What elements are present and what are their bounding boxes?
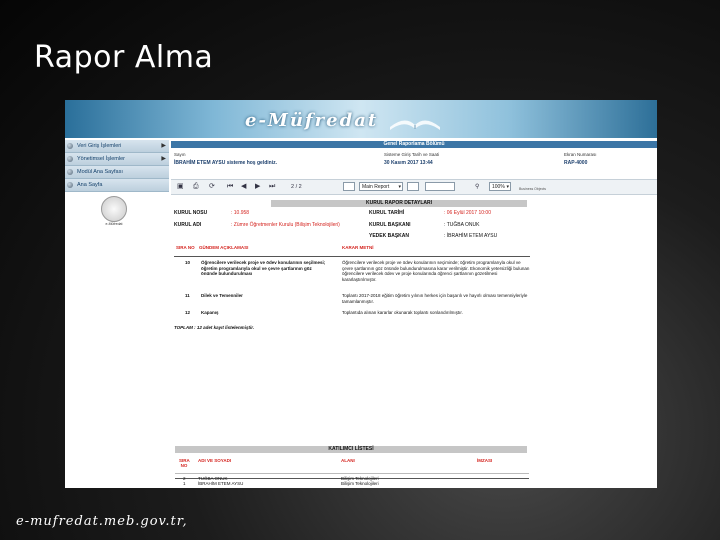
zoom-select[interactable]: 100% ▾: [489, 182, 511, 191]
kurul-adi-label: KURUL ADI: [174, 222, 202, 228]
report-details-title: KURUL RAPOR DETAYLARI: [271, 200, 527, 207]
bullet-icon: [67, 156, 73, 162]
participants-title: KATILIMCI LİSTESİ: [175, 446, 527, 453]
record-total: TOPLAM : 12 adet kayıt listelenmiştir.: [174, 325, 254, 330]
welcome-label: Sayın: [174, 152, 186, 157]
sidebar-item-management[interactable]: Yönetimsel İşlemler ▶: [65, 153, 169, 166]
row-no: 12: [185, 310, 191, 315]
row-no: 10: [185, 260, 191, 265]
last-page-icon[interactable]: ⏭: [269, 183, 275, 191]
screen-no-label: Ekran Numarası: [564, 152, 597, 157]
welcome-text: İBRAHİM ETEM AYSU sisteme hoş geldiniz.: [174, 160, 277, 166]
kurul-no-value: : 10.958: [231, 210, 250, 216]
bullet-icon: [67, 182, 73, 188]
section-header: Genel Raporlama Bölümü: [171, 141, 657, 148]
sidebar-item-module-home[interactable]: Modül Ana Sayfası: [65, 166, 169, 179]
kurul-tarihi-label: KURUL TARİHİ: [369, 210, 405, 216]
row-decision: Toplantı 2017-2018 eğitim öğretim yılını…: [342, 293, 528, 304]
row-agenda: Dilek ve Temenniler: [201, 293, 243, 298]
report-select-value: Main Report: [362, 184, 390, 190]
first-page-icon[interactable]: ⏮: [227, 183, 233, 191]
col-part-sira-no: SIRA NO: [179, 458, 190, 468]
chevron-down-icon: ▾: [506, 184, 509, 190]
sidebar-item-home[interactable]: Ana Sayfa: [65, 179, 169, 192]
participants-header-divider: [175, 478, 529, 479]
col-gundem: GÜNDEM AÇIKLAMASI: [199, 245, 249, 250]
prev-page-icon[interactable]: ◀: [241, 183, 246, 191]
datetime-value: 30 Kasım 2017 13:44: [384, 160, 433, 166]
kurul-baskani-label: KURUL BAŞKANI: [369, 222, 411, 228]
yedek-baskan-value: : İBRAHİM ETEM AYSU: [444, 233, 498, 239]
page-input[interactable]: [343, 182, 355, 191]
row-agenda: Kapanış: [201, 310, 219, 315]
yedek-baskan-label: YEDEK BAŞKAN: [369, 233, 410, 239]
sidebar-item-data-entry[interactable]: Veri Giriş İşlemleri ▶: [65, 140, 169, 153]
kurul-no-label: KURUL NOSU: [174, 210, 208, 216]
col-karar: KARAR METNİ: [342, 245, 374, 250]
screen-no-value: RAP-4000: [564, 160, 588, 166]
emufredat-seal-logo: e-Müfredat: [101, 196, 127, 226]
bullet-icon: [67, 143, 73, 149]
chevron-down-icon: ▾: [398, 184, 401, 190]
col-sira-no: SIRA NO: [176, 245, 195, 250]
bullet-icon: [67, 169, 73, 175]
app-banner: e-Müfredat: [65, 100, 657, 138]
sidebar-item-label: Modül Ana Sayfası: [77, 169, 123, 175]
zoom-select-value: 100%: [492, 184, 505, 190]
slide-title: Rapor Alma: [34, 40, 214, 75]
row-decision: Öğrencilere verilecek proje ve ödev konu…: [342, 260, 530, 282]
report-toolbar: ▣ ⎙ ⟳ ⏮ ◀ ▶ ⏭ 2 / 2 ⇨ Main Report ▾ ⚲ 10…: [171, 179, 657, 195]
binoculars-icon[interactable]: ⚲: [475, 183, 479, 191]
row-no: 11: [185, 293, 190, 298]
slide-footer: e-mufredat.meb.gov.tr,: [16, 514, 188, 529]
col-part-signature: İMZASI: [477, 458, 493, 463]
sidebar: Veri Giriş İşlemleri ▶ Yönetimsel İşleml…: [65, 138, 171, 488]
kurul-tarihi-value: : 06 Eylül 2017 10:00: [444, 210, 491, 216]
kurul-adi-value: : Zümre Öğretmenler Kurulu (Bilişim Tekn…: [231, 222, 340, 228]
row-agenda: Öğrencilere verilecek proje ve ödev konu…: [201, 260, 326, 276]
export-icon[interactable]: ▣: [177, 183, 184, 191]
powered-by-logo: Business Objects: [519, 187, 547, 191]
table-header-divider: [174, 256, 530, 257]
chevron-right-icon: ▶: [161, 156, 166, 162]
sidebar-item-label: Yönetimsel İşlemler: [77, 156, 125, 162]
report-select[interactable]: Main Report ▾: [359, 182, 403, 191]
col-part-field: ALANI: [341, 458, 355, 463]
search-input[interactable]: [425, 182, 455, 191]
screenshot-window: e-Müfredat Veri Giriş İşlemleri ▶ Yöneti…: [65, 100, 657, 488]
sidebar-item-label: Veri Giriş İşlemleri: [77, 143, 122, 149]
next-page-icon[interactable]: ▶: [255, 183, 260, 191]
datetime-label: Sisteme Giriş Tarih ve Saati: [384, 152, 440, 157]
main-content: Genel Raporlama Bölümü Sayın İBRAHİM ETE…: [171, 138, 657, 488]
print-icon[interactable]: ⎙: [193, 183, 199, 191]
row-decision: Toplantıda alınan kararlar okunarak topl…: [342, 310, 463, 315]
kurul-baskani-value: : TUĞBA ONUK: [444, 222, 480, 228]
sidebar-item-label: Ana Sayfa: [77, 182, 103, 188]
open-book-icon: [390, 120, 440, 130]
dropdown-toggle[interactable]: [407, 182, 419, 191]
refresh-icon[interactable]: ⟳: [209, 183, 215, 191]
chevron-right-icon: ▶: [161, 143, 166, 149]
page-indicator: 2 / 2: [291, 184, 302, 190]
col-part-name: ADI VE SOYADI: [198, 458, 232, 463]
brand-logo: e-Müfredat: [245, 110, 379, 131]
